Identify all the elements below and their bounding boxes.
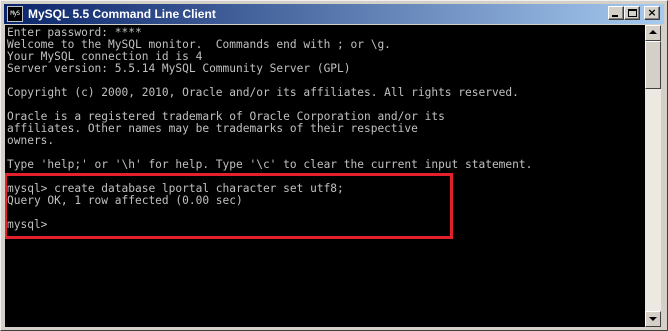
title-bar[interactable]: MyS MySQL 5.5 Command Line Client × bbox=[4, 4, 664, 24]
console-line: owners. bbox=[7, 134, 55, 147]
arrow-up-icon bbox=[649, 30, 657, 34]
minimize-button[interactable] bbox=[608, 6, 624, 20]
close-icon: × bbox=[647, 6, 657, 19]
mysql-app-icon[interactable]: MyS bbox=[7, 6, 23, 22]
window-title: MySQL 5.5 Command Line Client bbox=[28, 7, 216, 21]
console-output[interactable]: Enter password: **** Welcome to the MySQ… bbox=[5, 25, 645, 327]
scroll-up-button[interactable] bbox=[645, 25, 661, 41]
minimize-icon bbox=[612, 15, 618, 17]
arrow-down-icon bbox=[649, 317, 657, 321]
console-window: MyS MySQL 5.5 Command Line Client × Ente… bbox=[0, 0, 668, 331]
console-line: Copyright (c) 2000, 2010, Oracle and/or … bbox=[7, 86, 519, 99]
maximize-button[interactable] bbox=[624, 6, 640, 20]
scroll-thumb[interactable] bbox=[645, 41, 661, 89]
maximize-icon bbox=[628, 9, 637, 17]
console-line: Type 'help;' or '\h' for help. Type '\c'… bbox=[7, 158, 533, 171]
close-button[interactable]: × bbox=[644, 6, 660, 20]
scroll-down-button[interactable] bbox=[645, 311, 661, 327]
console-line: Server version: 5.5.14 MySQL Community S… bbox=[7, 62, 351, 75]
vertical-scrollbar[interactable] bbox=[645, 25, 661, 327]
red-highlight-box bbox=[5, 173, 453, 239]
console-line: affiliates. Other names may be trademark… bbox=[7, 122, 418, 135]
